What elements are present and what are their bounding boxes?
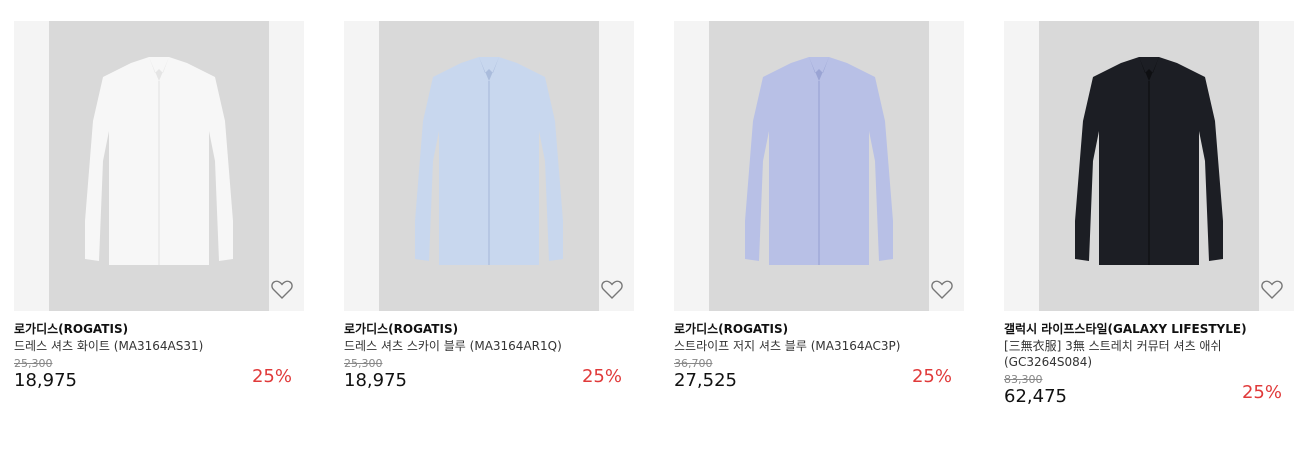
shirt-image <box>415 57 563 265</box>
product-name[interactable]: 스트라이프 저지 셔츠 블루 (MA3164AC3P) <box>674 338 944 354</box>
discount-rate: 25% <box>251 366 292 387</box>
heart-outline-icon <box>601 280 623 299</box>
product-thumbnail[interactable] <box>344 21 634 311</box>
wishlist-button[interactable] <box>270 277 294 301</box>
product-brand[interactable]: 갤럭시 라이프스타일(GALAXY LIFESTYLE) <box>1004 320 1294 338</box>
price-block: 36,700 27,525 25% <box>674 357 964 391</box>
heart-outline-icon <box>1261 280 1283 299</box>
shirt-image <box>85 57 233 265</box>
heart-outline-icon <box>931 280 953 299</box>
product-name[interactable]: [三無衣服] 3無 스트레치 커뮤터 셔츠 애쉬 (GC3264S084) <box>1004 338 1274 370</box>
discount-rate: 25% <box>1241 382 1282 403</box>
price-block: 83,300 62,475 25% <box>1004 373 1294 407</box>
discount-rate: 25% <box>911 366 952 387</box>
product-thumbnail[interactable] <box>1004 21 1294 311</box>
product-card[interactable]: 로가디스(ROGATIS) 드레스 셔츠 스카이 블루 (MA3164AR1Q)… <box>344 21 634 391</box>
heart-outline-icon <box>271 280 293 299</box>
shirt-image <box>1075 57 1223 265</box>
product-card[interactable]: 로가디스(ROGATIS) 드레스 셔츠 화이트 (MA3164AS31) 25… <box>14 21 304 391</box>
wishlist-button[interactable] <box>1260 277 1284 301</box>
product-thumbnail[interactable] <box>14 21 304 311</box>
wishlist-button[interactable] <box>600 277 624 301</box>
product-brand[interactable]: 로가디스(ROGATIS) <box>344 320 634 338</box>
product-grid: 로가디스(ROGATIS) 드레스 셔츠 화이트 (MA3164AS31) 25… <box>0 0 1302 450</box>
product-image[interactable] <box>379 21 599 311</box>
wishlist-button[interactable] <box>930 277 954 301</box>
product-brand[interactable]: 로가디스(ROGATIS) <box>14 320 304 338</box>
product-card[interactable]: 로가디스(ROGATIS) 스트라이프 저지 셔츠 블루 (MA3164AC3P… <box>674 21 964 391</box>
shirt-image <box>745 57 893 265</box>
product-name[interactable]: 드레스 셔츠 스카이 블루 (MA3164AR1Q) <box>344 338 614 354</box>
product-name[interactable]: 드레스 셔츠 화이트 (MA3164AS31) <box>14 338 284 354</box>
product-image[interactable] <box>709 21 929 311</box>
product-brand[interactable]: 로가디스(ROGATIS) <box>674 320 964 338</box>
product-image[interactable] <box>1039 21 1259 311</box>
product-card[interactable]: 갤럭시 라이프스타일(GALAXY LIFESTYLE) [三無衣服] 3無 스… <box>1004 21 1294 407</box>
discount-rate: 25% <box>581 366 622 387</box>
price-block: 25,300 18,975 25% <box>344 357 634 391</box>
price-block: 25,300 18,975 25% <box>14 357 304 391</box>
product-thumbnail[interactable] <box>674 21 964 311</box>
product-image[interactable] <box>49 21 269 311</box>
